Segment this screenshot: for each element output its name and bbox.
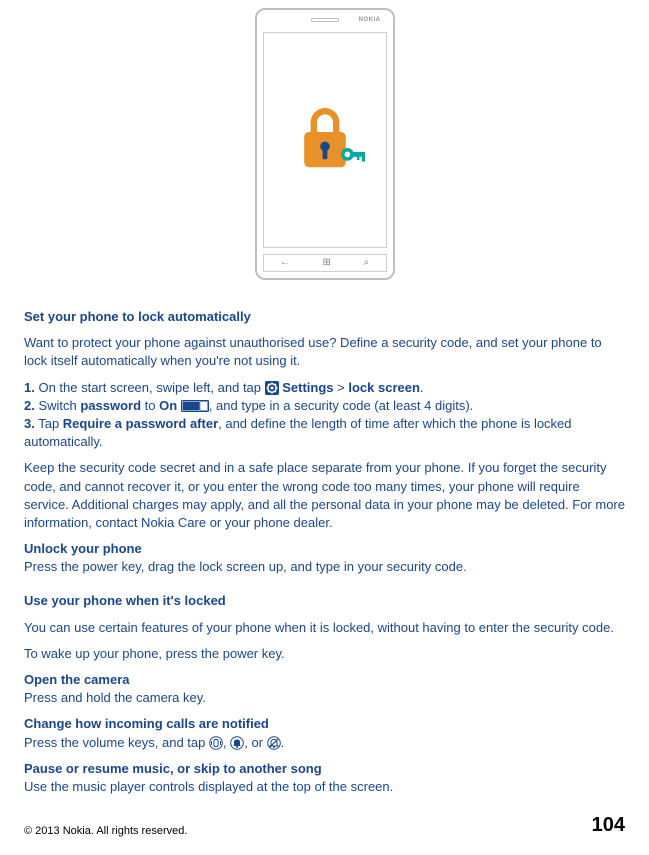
calls-c1: , — [223, 735, 230, 750]
step-1-gt: > — [334, 380, 349, 395]
step-2-c: to — [141, 398, 159, 413]
step-2: 2. Switch password to On , and type in a… — [24, 397, 625, 415]
ring-icon — [230, 736, 244, 750]
step-1-settings: Settings — [279, 380, 334, 395]
calls-a: Press the volume keys, and tap — [24, 735, 209, 750]
step-3-num: 3. — [24, 416, 35, 431]
page-footer: © 2013 Nokia. All rights reserved. 104 — [24, 811, 625, 839]
calls-text: Press the volume keys, and tap , , or . — [24, 734, 625, 752]
step-3-require: Require a password after — [63, 416, 218, 431]
step-2-on: On — [159, 398, 177, 413]
camera-text: Press and hold the camera key. — [24, 689, 625, 707]
calls-heading: Change how incoming calls are notified — [24, 715, 625, 733]
phone-frame: NOKIA ← ⊞ ⌕ — [255, 8, 395, 280]
lock-key-icon — [285, 100, 365, 180]
music-heading: Pause or resume music, or skip to anothe… — [24, 760, 625, 778]
nav-windows-icon: ⊞ — [322, 256, 330, 270]
silent-icon — [267, 736, 281, 750]
unlock-block: Unlock your phone Press the power key, d… — [24, 540, 625, 576]
camera-heading: Open the camera — [24, 671, 625, 689]
toggle-on-icon — [181, 400, 209, 412]
vibrate-icon — [209, 736, 223, 750]
phone-brand: NOKIA — [359, 16, 381, 24]
heading-auto-lock: Set your phone to lock automatically — [24, 308, 625, 326]
nav-search-icon: ⌕ — [364, 256, 370, 270]
step-1-a: On the start screen, swipe left, and tap — [35, 380, 265, 395]
heading-use-locked: Use your phone when it's locked — [24, 592, 625, 610]
step-3-a: Tap — [35, 416, 63, 431]
copyright: © 2013 Nokia. All rights reserved. — [24, 824, 187, 839]
step-1-lock-screen: lock screen — [348, 380, 420, 395]
calls-block: Change how incoming calls are notified P… — [24, 715, 625, 751]
wake-text: To wake up your phone, press the power k… — [24, 645, 625, 663]
page-number: 104 — [592, 811, 625, 839]
unlock-heading: Unlock your phone — [24, 540, 625, 558]
step-2-password: password — [80, 398, 141, 413]
unlock-text: Press the power key, drag the lock scree… — [24, 558, 625, 576]
step-2-num: 2. — [24, 398, 35, 413]
intro-use-locked: You can use certain features of your pho… — [24, 619, 625, 637]
intro-auto-lock: Want to protect your phone against unaut… — [24, 334, 625, 370]
phone-speaker — [311, 18, 339, 22]
step-1-num: 1. — [24, 380, 35, 395]
settings-icon — [265, 381, 279, 395]
music-text: Use the music player controls displayed … — [24, 778, 625, 796]
camera-block: Open the camera Press and hold the camer… — [24, 671, 625, 707]
nav-back-icon: ← — [280, 256, 290, 270]
step-2-a: Switch — [35, 398, 81, 413]
step-1: 1. On the start screen, swipe left, and … — [24, 379, 625, 397]
phone-screen — [263, 32, 387, 248]
calls-c2: , or — [244, 735, 266, 750]
step-3: 3. Tap Require a password after, and def… — [24, 415, 625, 451]
music-block: Pause or resume music, or skip to anothe… — [24, 760, 625, 796]
step-2-f: , and type in a security code (at least … — [209, 398, 473, 413]
phone-nav-bar: ← ⊞ ⌕ — [263, 254, 387, 272]
warning-text: Keep the security code secret and in a s… — [24, 459, 625, 532]
calls-end: . — [281, 735, 285, 750]
step-1-end: . — [420, 380, 424, 395]
phone-illustration: NOKIA ← ⊞ ⌕ — [24, 8, 625, 280]
